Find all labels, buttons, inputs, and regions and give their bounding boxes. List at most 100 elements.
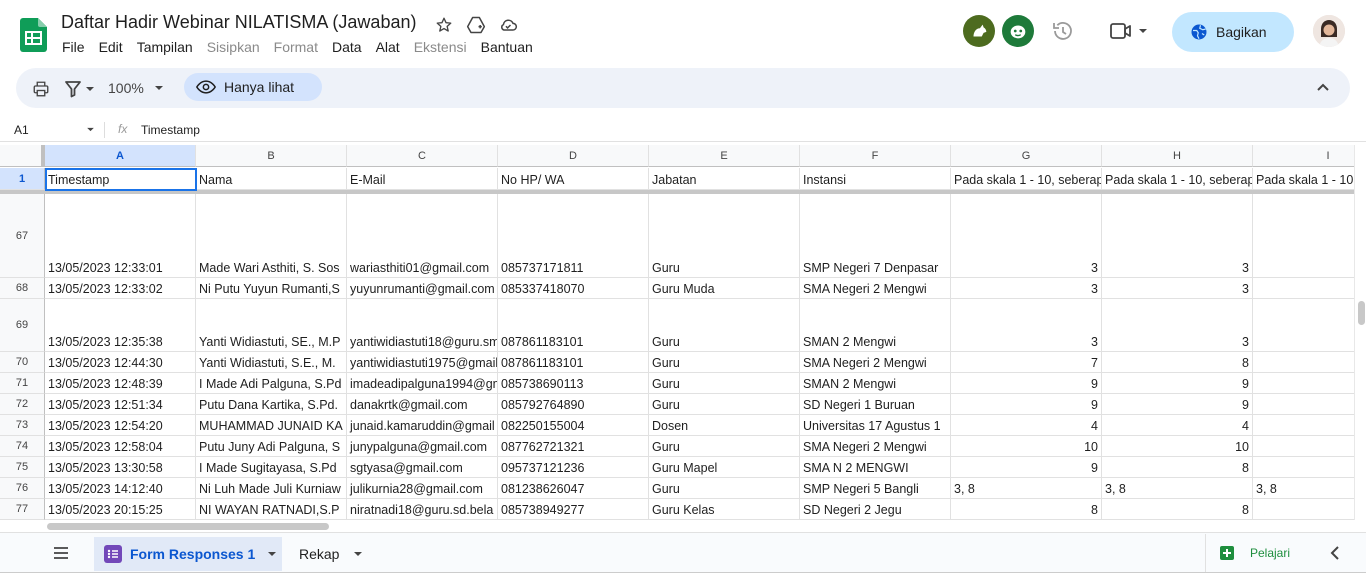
row-header[interactable]: 72	[0, 394, 45, 415]
table-cell[interactable]: Putu Juny Adi Palguna, S	[196, 436, 347, 457]
table-cell[interactable]: Yanti Widiastuti, S.E., M.	[196, 352, 347, 373]
meet-video-icon[interactable]	[1109, 21, 1147, 46]
table-cell[interactable]: Ni Putu Yuyun Rumanti,S	[196, 278, 347, 299]
column-header-h[interactable]: H	[1102, 145, 1253, 167]
row-header[interactable]: 71	[0, 373, 45, 394]
table-cell[interactable]: 085737171811	[498, 194, 649, 278]
menu-extensions[interactable]: Ekstensi	[414, 39, 467, 55]
table-cell[interactable]: 087762721321	[498, 436, 649, 457]
table-cell[interactable]: Guru	[649, 194, 800, 278]
table-cell[interactable]	[1253, 352, 1354, 373]
table-cell[interactable]: Guru Mapel	[649, 457, 800, 478]
table-cell[interactable]: 3	[951, 299, 1102, 352]
filter-views-icon[interactable]	[64, 80, 98, 103]
view-only-badge[interactable]: Hanya lihat	[184, 73, 322, 101]
table-cell[interactable]	[1253, 278, 1354, 299]
table-cell[interactable]: 085738690113	[498, 373, 649, 394]
share-button[interactable]: Bagikan	[1172, 12, 1294, 52]
table-cell[interactable]: 3	[951, 194, 1102, 278]
table-cell[interactable]: MUHAMMAD JUNAID KA	[196, 415, 347, 436]
table-cell[interactable]: 4	[951, 415, 1102, 436]
table-cell[interactable]	[1253, 394, 1354, 415]
header-cell[interactable]: Pada skala 1 - 10, seberapa	[1102, 168, 1253, 190]
row-header[interactable]: 67	[0, 194, 45, 278]
table-cell[interactable]: 13/05/2023 12:44:30	[45, 352, 196, 373]
table-cell[interactable]	[1253, 499, 1354, 520]
table-cell[interactable]: SMA Negeri 2 Mengwi	[800, 436, 951, 457]
column-header-d[interactable]: D	[498, 145, 649, 167]
table-cell[interactable]: Guru	[649, 394, 800, 415]
table-cell[interactable]: I Made Sugitayasa, S.Pd	[196, 457, 347, 478]
table-cell[interactable]: junypalguna@gmail.com	[347, 436, 498, 457]
column-header-e[interactable]: E	[649, 145, 800, 167]
table-cell[interactable]: SMAN 2 Mengwi	[800, 373, 951, 394]
table-cell[interactable]: SD Negeri 2 Jegu	[800, 499, 951, 520]
table-cell[interactable]: Guru Muda	[649, 278, 800, 299]
table-cell[interactable]: SMP Negeri 5 Bangli	[800, 478, 951, 499]
row-header[interactable]: 68	[0, 278, 45, 299]
menu-help[interactable]: Bantuan	[481, 39, 533, 55]
table-cell[interactable]: 3	[1102, 299, 1253, 352]
row-header[interactable]: 69	[0, 299, 45, 352]
table-cell[interactable]	[1253, 415, 1354, 436]
table-cell[interactable]: 085792764890	[498, 394, 649, 415]
table-cell[interactable]: Guru Kelas	[649, 499, 800, 520]
table-cell[interactable]: SMAN 2 Mengwi	[800, 299, 951, 352]
row-header[interactable]: 76	[0, 478, 45, 499]
table-cell[interactable]: 13/05/2023 13:30:58	[45, 457, 196, 478]
row-header[interactable]: 1	[0, 168, 45, 190]
header-cell[interactable]: No HP/ WA	[498, 168, 649, 190]
table-cell[interactable]: 087861183101	[498, 352, 649, 373]
table-cell[interactable]: SMA N 2 MENGWI	[800, 457, 951, 478]
menu-view[interactable]: Tampilan	[137, 39, 193, 55]
row-header[interactable]: 74	[0, 436, 45, 457]
menu-file[interactable]: File	[62, 39, 85, 55]
spreadsheet-grid[interactable]: A B C D E F G H I 1 Timestamp Nama E-Mail No HP/ WA Ja…	[0, 145, 1354, 520]
select-all-corner[interactable]	[0, 145, 45, 167]
table-cell[interactable]: Dosen	[649, 415, 800, 436]
table-cell[interactable]	[1253, 299, 1354, 352]
table-cell[interactable]: 7	[951, 352, 1102, 373]
table-cell[interactable]: NI WAYAN RATNADI,S.P	[196, 499, 347, 520]
table-cell[interactable]: 3	[1102, 194, 1253, 278]
sheet-tab-rekap[interactable]: Rekap	[299, 546, 363, 562]
table-cell[interactable]: 13/05/2023 12:48:39	[45, 373, 196, 394]
horizontal-scrollbar[interactable]	[45, 520, 1366, 532]
table-cell[interactable]: Guru	[649, 299, 800, 352]
table-cell[interactable]: Guru	[649, 373, 800, 394]
vertical-scrollbar[interactable]	[1354, 145, 1366, 520]
table-cell[interactable]: 081238626047	[498, 478, 649, 499]
table-cell[interactable]: SD Negeri 1 Buruan	[800, 394, 951, 415]
table-cell[interactable]: Universitas 17 Agustus 1	[800, 415, 951, 436]
menu-data[interactable]: Data	[332, 39, 362, 55]
print-icon[interactable]	[32, 80, 50, 103]
table-cell[interactable]: 3, 8	[1253, 478, 1354, 499]
table-cell[interactable]: Ni Luh Made Juli Kurniaw	[196, 478, 347, 499]
table-cell[interactable]: SMA Negeri 2 Mengwi	[800, 278, 951, 299]
explore-button[interactable]: Pelajari	[1205, 534, 1315, 572]
table-cell[interactable]: 8	[951, 499, 1102, 520]
table-cell[interactable]: 13/05/2023 12:54:20	[45, 415, 196, 436]
formula-input[interactable]: Timestamp	[141, 123, 200, 137]
table-cell[interactable]: 3	[951, 278, 1102, 299]
table-cell[interactable]: SMA Negeri 2 Mengwi	[800, 352, 951, 373]
tab-chevron-down-icon[interactable]	[353, 551, 363, 557]
header-cell[interactable]: Pada skala 1 - 10	[1253, 168, 1354, 190]
table-cell[interactable]: I Made Adi Palguna, S.Pd	[196, 373, 347, 394]
table-cell[interactable]: 13/05/2023 12:33:01	[45, 194, 196, 278]
all-sheets-menu-icon[interactable]	[53, 546, 69, 564]
table-cell[interactable]: 9	[951, 394, 1102, 415]
table-cell[interactable]: yuyunrumanti@gmail.com	[347, 278, 498, 299]
column-header-f[interactable]: F	[800, 145, 951, 167]
row-header[interactable]: 77	[0, 499, 45, 520]
header-cell[interactable]: Instansi	[800, 168, 951, 190]
table-cell[interactable]	[1253, 194, 1354, 278]
row-header[interactable]: 73	[0, 415, 45, 436]
table-cell[interactable]: 3, 8	[1102, 478, 1253, 499]
namebox-chevron-icon[interactable]	[86, 127, 95, 132]
table-cell[interactable]: Putu Dana Kartika, S.Pd.	[196, 394, 347, 415]
column-header-b[interactable]: B	[196, 145, 347, 167]
table-cell[interactable]: 9	[951, 373, 1102, 394]
header-cell[interactable]: E-Mail	[347, 168, 498, 190]
table-cell[interactable]: 8	[1102, 352, 1253, 373]
